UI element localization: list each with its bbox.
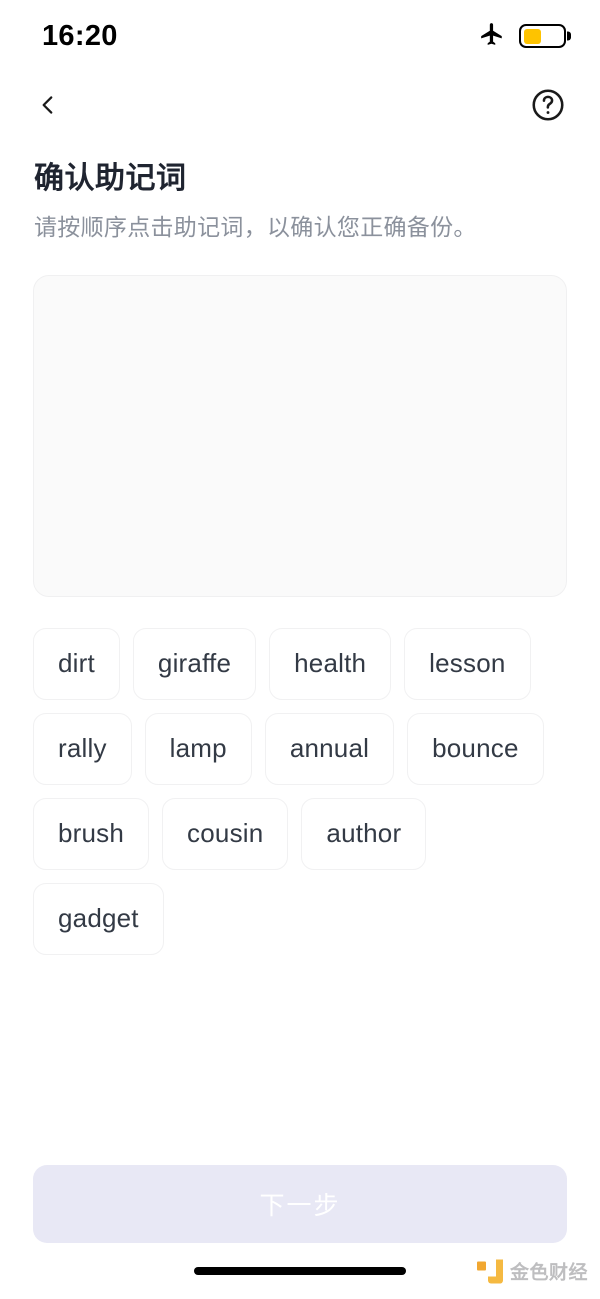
- watermark-text: 金色财经: [509, 1262, 588, 1284]
- word-chip[interactable]: brush: [33, 797, 150, 870]
- status-bar: 16:20: [0, 0, 600, 72]
- heading-block: 确认助记词 请按顺序点击助记词，以确认您正确备份。: [0, 138, 600, 243]
- battery-icon: [519, 24, 566, 48]
- page-subtitle: 请按顺序点击助记词，以确认您正确备份。: [34, 213, 477, 240]
- watermark: 金色财经: [476, 1258, 588, 1285]
- chevron-left-icon: [42, 96, 53, 114]
- word-chip[interactable]: health: [269, 627, 392, 700]
- word-chip[interactable]: bounce: [407, 712, 544, 785]
- watermark-logo-icon: [476, 1259, 503, 1283]
- app-screen: 16:20 确认助记词 请按顺序点击助记词，以确认您正确备份。 dirt gir…: [0, 0, 600, 1299]
- battery-fill: [523, 28, 541, 44]
- word-chip[interactable]: dirt: [33, 627, 120, 700]
- word-chip[interactable]: lamp: [144, 712, 252, 785]
- word-chip[interactable]: cousin: [162, 797, 289, 870]
- navigation-bar: [0, 72, 600, 138]
- layout-spacer: [0, 955, 600, 1165]
- word-chip[interactable]: lesson: [404, 627, 531, 700]
- word-chip[interactable]: gadget: [33, 882, 164, 955]
- word-chip[interactable]: author: [301, 797, 427, 870]
- watermark-logo-hook: [487, 1259, 503, 1283]
- watermark-logo-square: [476, 1261, 486, 1270]
- back-button[interactable]: [26, 83, 70, 127]
- word-chip[interactable]: giraffe: [132, 627, 257, 700]
- selected-words-panel[interactable]: [33, 274, 567, 597]
- status-time: 16:20: [42, 19, 118, 52]
- airplane-mode-icon: [479, 21, 505, 52]
- home-indicator[interactable]: [194, 1267, 406, 1275]
- bottom-bar: 金色财经: [0, 1243, 600, 1299]
- status-indicators: [479, 21, 566, 52]
- question-mark-circle-icon: [532, 89, 564, 121]
- next-button[interactable]: 下一步: [33, 1165, 567, 1243]
- help-button[interactable]: [526, 83, 570, 127]
- page-title: 确认助记词: [34, 162, 187, 195]
- word-chip[interactable]: rally: [33, 712, 132, 785]
- word-chip[interactable]: annual: [264, 712, 395, 785]
- word-pool: dirt giraffe health lesson rally lamp annual bo…: [33, 627, 567, 955]
